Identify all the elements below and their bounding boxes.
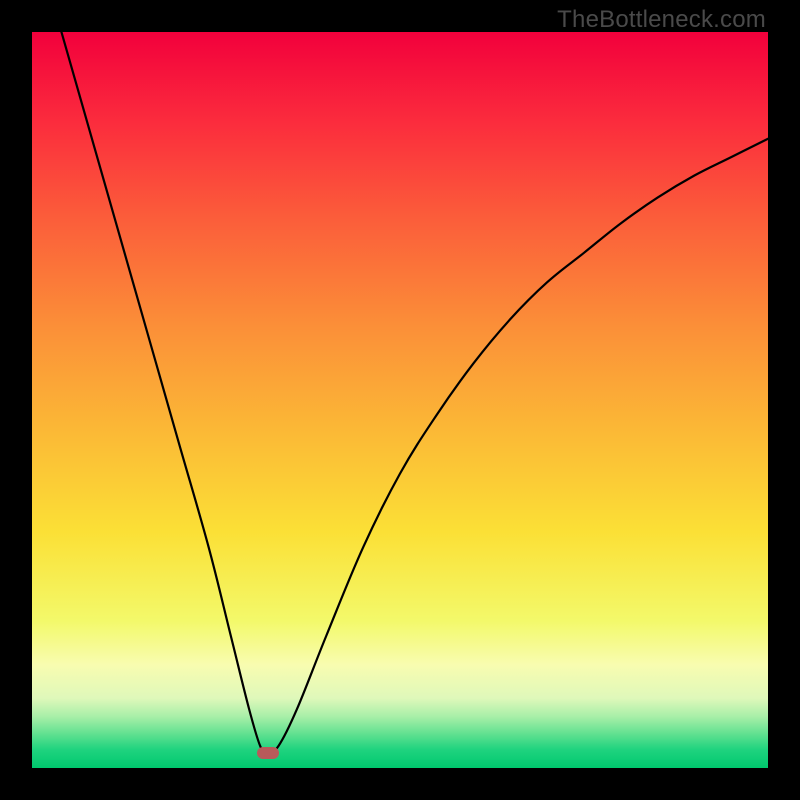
chart-frame (30, 30, 770, 770)
watermark-text: TheBottleneck.com (557, 6, 766, 34)
curve-path (61, 32, 768, 753)
plot-area (32, 32, 768, 768)
bottleneck-curve (32, 32, 768, 768)
min-marker (257, 747, 279, 759)
